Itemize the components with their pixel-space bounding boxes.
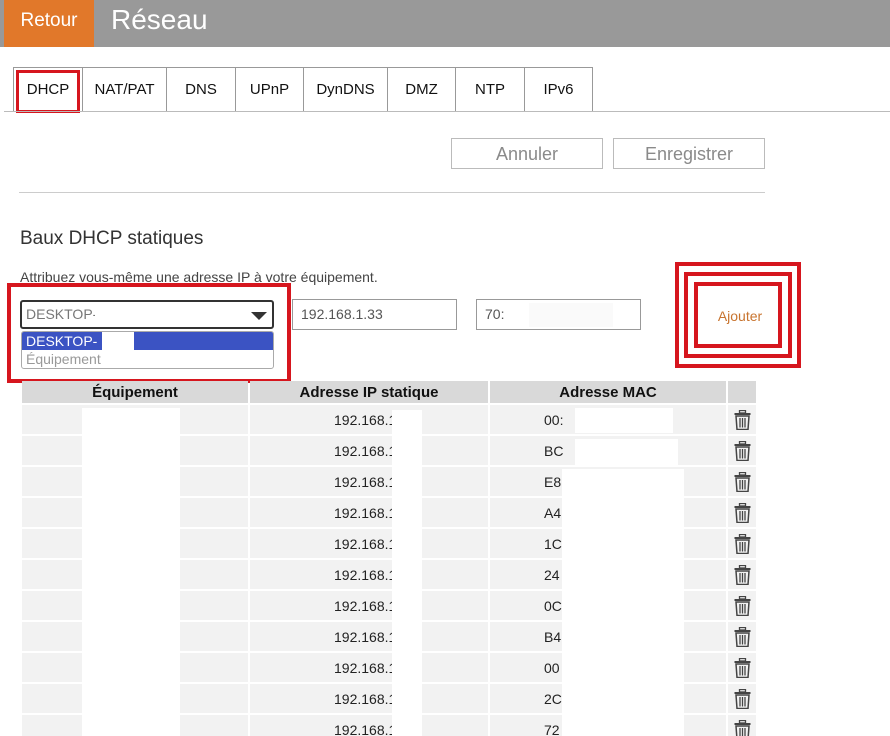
column-header: Adresse MAC [490,381,726,403]
trash-icon[interactable] [734,626,751,647]
delete-cell [728,405,756,434]
tab-label: DHCP [26,81,70,98]
redaction [529,303,613,327]
mac-address-input[interactable]: 70: [476,299,641,330]
ip-cell: 192.168.1. [250,684,488,713]
trash-icon[interactable] [734,688,751,709]
ip-cell: 192.168.1. [250,653,488,682]
page-title: Réseau [111,4,208,35]
table-header-row: Équipement Adresse IP statique Adresse M… [22,381,756,403]
ip-cell: 192.168.1. [250,529,488,558]
redaction [82,408,180,736]
delete-cell [728,715,756,736]
ip-cell: 192.168.1. [250,467,488,496]
tab-ipv6[interactable]: IPv6 [525,67,593,112]
delete-cell [728,591,756,620]
tab-label: NTP [475,81,505,98]
device-select[interactable]: DESKTOP- [20,300,274,329]
trash-icon[interactable] [734,471,751,492]
ip-cell: 192.168.1. [250,715,488,736]
trash-icon[interactable] [734,657,751,678]
tab-nat-pat[interactable]: NAT/PAT [83,67,167,112]
cancel-button[interactable]: Annuler [451,138,603,169]
tab-dhcp[interactable]: DHCP [13,67,83,113]
tab-label: IPv6 [543,81,574,98]
delete-cell [728,653,756,682]
tab-dyndns[interactable]: DynDNS [304,67,388,112]
trash-icon[interactable] [734,409,751,430]
save-button[interactable]: Enregistrer [613,138,765,169]
delete-cell [728,560,756,589]
add-button[interactable]: Ajouter [700,288,780,344]
tab-ntp[interactable]: NTP [456,67,525,112]
column-header: Équipement [22,381,248,403]
section-divider [19,192,765,193]
section-title: Baux DHCP statiques [20,228,204,249]
ip-cell: 192.168.1. [250,560,488,589]
tab-dns[interactable]: DNS [167,67,236,112]
redaction [392,410,422,736]
trash-icon[interactable] [734,502,751,523]
column-header [728,381,756,403]
tab-bar: DHCP NAT/PAT DNS UPnP DynDNS DMZ NTP IPv… [13,67,593,113]
redaction [575,439,678,466]
leases-table: Équipement Adresse IP statique Adresse M… [20,379,756,736]
redaction [95,304,125,324]
redaction [562,469,684,736]
trash-icon[interactable] [734,533,751,554]
tab-dmz[interactable]: DMZ [388,67,456,112]
delete-cell [728,436,756,465]
trash-icon[interactable] [734,440,751,461]
ip-cell: 192.168.1. [250,436,488,465]
top-bar: Retour Réseau [0,0,890,47]
dropdown-option-selected[interactable]: DESKTOP- [22,332,273,350]
trash-icon[interactable] [734,595,751,616]
device-dropdown-list: DESKTOP- Équipement [21,331,274,369]
ip-cell: 192.168.1. [250,622,488,651]
ip-cell: 192.168.1. [250,498,488,527]
back-button[interactable]: Retour [4,0,94,47]
ip-cell: 192.168.1. [250,591,488,620]
ip-address-input[interactable]: 192.168.1.33 [292,299,457,330]
dropdown-option[interactable]: Équipement [22,350,273,368]
trash-icon[interactable] [734,564,751,585]
chevron-down-icon [251,312,267,320]
delete-cell [728,622,756,651]
ip-cell: 192.168.1. [250,405,488,434]
tab-label: DNS [185,81,217,98]
tab-label: DynDNS [316,81,375,98]
column-header: Adresse IP statique [250,381,488,403]
delete-cell [728,684,756,713]
tab-label: DMZ [405,81,438,98]
delete-cell [728,467,756,496]
device-select-value: DESKTOP- [26,306,98,322]
delete-cell [728,529,756,558]
redaction [575,408,673,433]
tab-label: NAT/PAT [94,81,155,98]
trash-icon[interactable] [734,719,751,736]
redaction [102,332,134,350]
delete-cell [728,498,756,527]
tab-label: UPnP [249,81,290,98]
tabs-divider [4,111,890,112]
tab-upnp[interactable]: UPnP [236,67,304,112]
